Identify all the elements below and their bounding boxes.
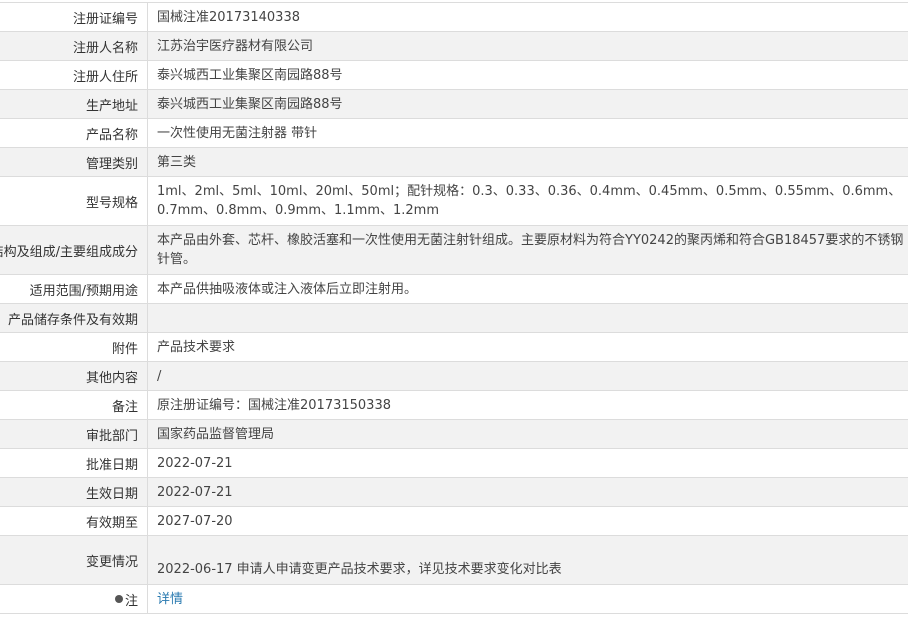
label-structure-composition: 结构及组成/主要组成成分 xyxy=(0,226,148,274)
label-model-specification: 型号规格 xyxy=(0,177,148,225)
label-change-history: 变更情况 xyxy=(0,536,148,584)
note-bulb-icon xyxy=(114,595,123,603)
value-approval-department: 国家药品监督管理局 xyxy=(157,426,275,442)
label-note: 注 xyxy=(0,585,148,613)
row-model-specification: 型号规格 1ml、2ml、5ml、10ml、20ml、50ml；配针规格：0.3… xyxy=(0,177,908,226)
row-registration-number: 注册证编号 国械注准20173140338 xyxy=(0,3,908,32)
label-registrant-address: 注册人住所 xyxy=(0,61,148,89)
value-intended-use: 本产品供抽吸液体或注入液体后立即注射用。 xyxy=(157,281,418,297)
row-approval-department: 审批部门 国家药品监督管理局 xyxy=(0,420,908,449)
row-effective-date: 生效日期 2022-07-21 xyxy=(0,478,908,507)
label-approval-date: 批准日期 xyxy=(0,449,148,477)
label-note-text: 注 xyxy=(124,593,138,609)
label-effective-date: 生效日期 xyxy=(0,478,148,506)
row-product-name: 产品名称 一次性使用无菌注射器 带针 xyxy=(0,119,908,148)
value-other-content: / xyxy=(157,368,162,384)
label-other-content: 其他内容 xyxy=(0,362,148,390)
row-management-category: 管理类别 第三类 xyxy=(0,148,908,177)
label-management-category: 管理类别 xyxy=(0,148,148,176)
value-storage-conditions xyxy=(148,304,908,332)
label-registrant-name: 注册人名称 xyxy=(0,32,148,60)
row-registrant-address: 注册人住所 泰兴城西工业集聚区南园路88号 xyxy=(0,61,908,90)
row-intended-use: 适用范围/预期用途 本产品供抽吸液体或注入液体后立即注射用。 xyxy=(0,275,908,304)
row-remarks: 备注 原注册证编号：国械注准20173150338 xyxy=(0,391,908,420)
value-remarks: 原注册证编号：国械注准20173150338 xyxy=(157,397,391,413)
row-approval-date: 批准日期 2022-07-21 xyxy=(0,449,908,478)
row-production-address: 生产地址 泰兴城西工业集聚区南园路88号 xyxy=(0,90,908,119)
row-other-content: 其他内容 / xyxy=(0,362,908,391)
value-change-history: 2022-06-17 申请人申请变更产品技术要求，详见技术要求变化对比表 xyxy=(157,562,562,577)
label-valid-until: 有效期至 xyxy=(0,507,148,535)
value-valid-until: 2027-07-20 xyxy=(157,513,233,529)
row-storage-conditions: 产品储存条件及有效期 xyxy=(0,304,908,333)
value-registrant-address: 泰兴城西工业集聚区南园路88号 xyxy=(157,67,343,83)
label-attachment: 附件 xyxy=(0,333,148,361)
value-product-name: 一次性使用无菌注射器 带针 xyxy=(157,125,318,141)
value-structure-composition: 本产品由外套、芯杆、橡胶活塞和一次性使用无菌注射针组成。主要原材料为符合YY02… xyxy=(157,233,904,267)
value-model-specification: 1ml、2ml、5ml、10ml、20ml、50ml；配针规格：0.3、0.33… xyxy=(157,184,902,218)
row-valid-until: 有效期至 2027-07-20 xyxy=(0,507,908,536)
label-product-name: 产品名称 xyxy=(0,119,148,147)
value-production-address: 泰兴城西工业集聚区南园路88号 xyxy=(157,96,343,112)
value-note: 详情 xyxy=(148,585,908,613)
row-registrant-name: 注册人名称 江苏治宇医疗器材有限公司 xyxy=(0,32,908,61)
row-note: 注 详情 xyxy=(0,585,908,614)
value-approval-date: 2022-07-21 xyxy=(157,455,233,471)
label-storage-conditions: 产品储存条件及有效期 xyxy=(0,304,148,332)
value-effective-date: 2022-07-21 xyxy=(157,484,233,500)
label-intended-use: 适用范围/预期用途 xyxy=(0,275,148,303)
value-registrant-name: 江苏治宇医疗器材有限公司 xyxy=(157,38,314,54)
label-registration-number: 注册证编号 xyxy=(0,3,148,31)
value-registration-number: 国械注准20173140338 xyxy=(157,9,300,25)
row-structure-composition: 结构及组成/主要组成成分 本产品由外套、芯杆、橡胶活塞和一次性使用无菌注射针组成… xyxy=(0,226,908,275)
value-management-category: 第三类 xyxy=(157,154,197,170)
row-attachment: 附件 产品技术要求 xyxy=(0,333,908,362)
row-change-history: 变更情况 2022-06-17 申请人申请变更产品技术要求，详见技术要求变化对比… xyxy=(0,536,908,585)
details-link[interactable]: 详情 xyxy=(157,590,183,609)
label-remarks: 备注 xyxy=(0,391,148,419)
label-production-address: 生产地址 xyxy=(0,90,148,118)
registration-info-table: 注册证编号 国械注准20173140338 注册人名称 江苏治宇医疗器材有限公司… xyxy=(0,2,908,614)
label-approval-department: 审批部门 xyxy=(0,420,148,448)
value-attachment: 产品技术要求 xyxy=(157,339,236,355)
